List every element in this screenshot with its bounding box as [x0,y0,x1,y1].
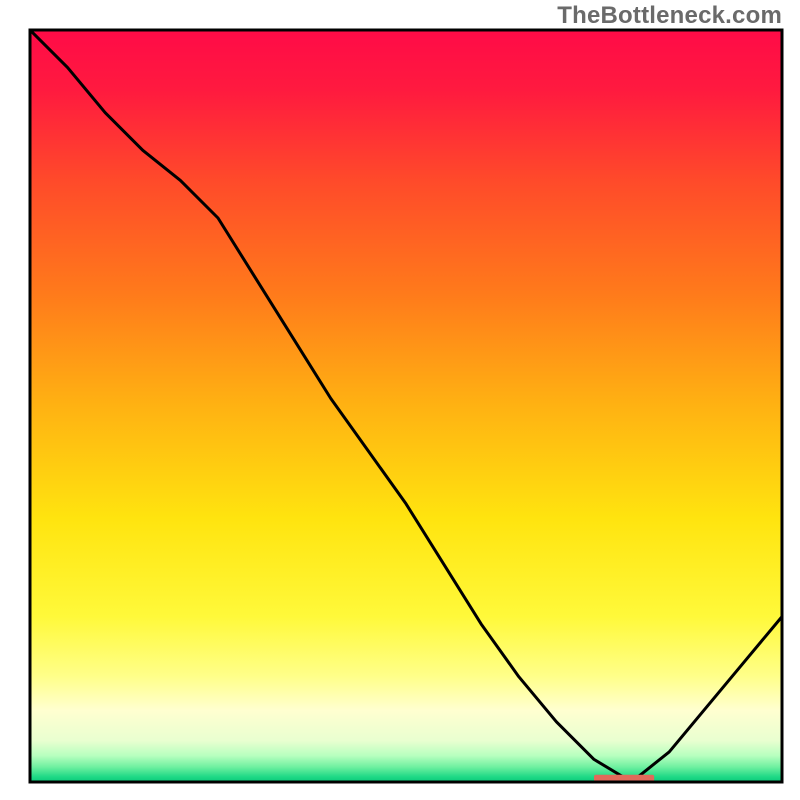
chart-container: { "watermark": "TheBottleneck.com", "col… [0,0,800,800]
chart-svg [0,0,800,800]
gradient-background [30,30,782,782]
watermark-label: TheBottleneck.com [557,2,782,30]
